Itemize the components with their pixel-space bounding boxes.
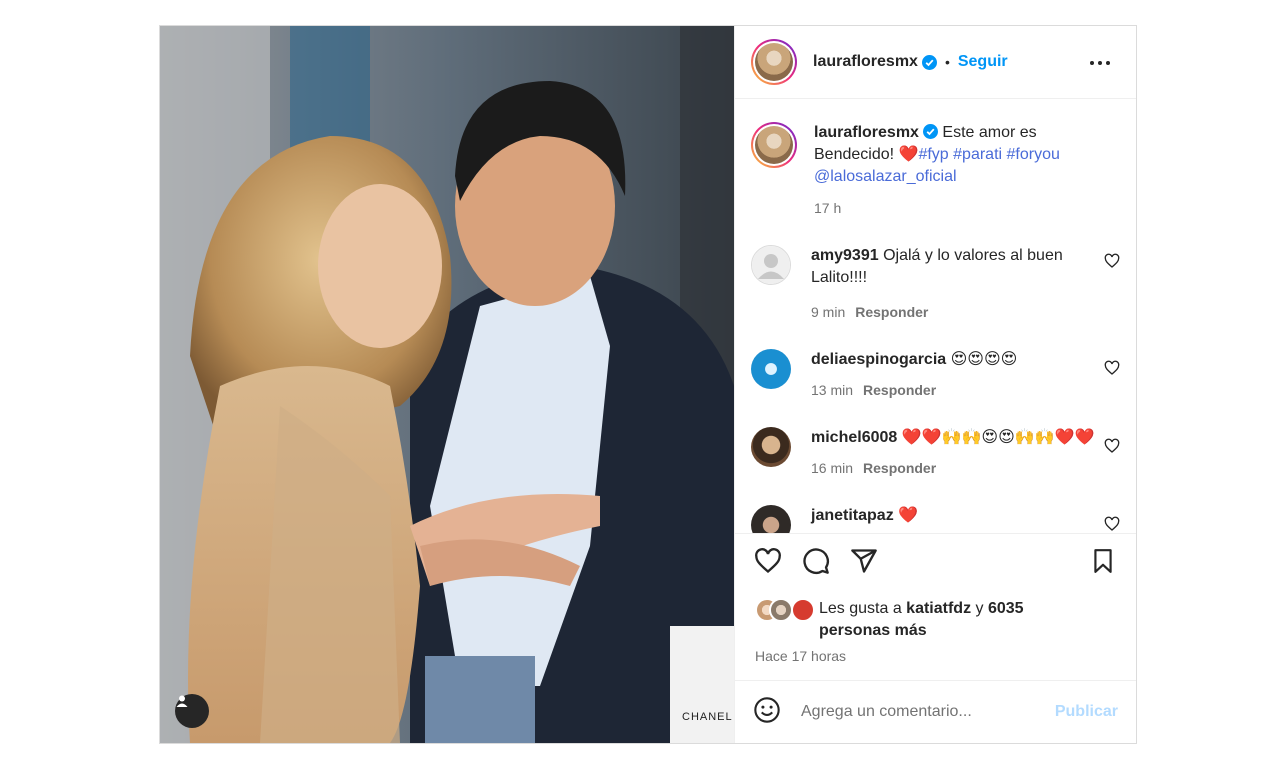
publish-button[interactable]: Publicar <box>1055 703 1118 721</box>
likes-count[interactable]: 6035 <box>988 600 1024 617</box>
post-timestamp[interactable]: Hace 17 horas <box>735 648 1136 664</box>
post-photo[interactable]: CHANEL <box>160 26 734 743</box>
follow-button[interactable]: Seguir <box>958 53 1008 71</box>
comment-item: deliaespinogarcia 😍😍😍😍 13 min Responder <box>751 349 1120 401</box>
hashtag-fyp[interactable]: #fyp <box>918 146 948 163</box>
caption-avatar[interactable] <box>751 122 797 168</box>
comment-body: janetitapaz ❤️ <box>811 505 918 533</box>
post-header: laurafloresmx • Seguir <box>735 26 1136 99</box>
comment-item: michel6008 ❤️❤️🙌🙌😍😍🙌🙌❤️❤️ 16 min Responde… <box>751 427 1120 479</box>
comment-like-heart-icon[interactable] <box>1104 360 1120 376</box>
post-side-panel: laurafloresmx • Seguir laurafloresmx Est… <box>734 26 1136 743</box>
reply-button[interactable]: Responder <box>855 304 928 320</box>
comment-avatar[interactable] <box>751 349 791 389</box>
comment-body: amy9391 Ojalá y lo valores al buen Lalit… <box>811 245 1120 323</box>
post-caption: laurafloresmx Este amor es Bendecido! ❤️… <box>751 122 1120 219</box>
likes-mid: y <box>971 600 988 617</box>
comment-body: deliaespinogarcia 😍😍😍😍 13 min Responder <box>811 349 1017 401</box>
comment-input[interactable] <box>801 703 1055 721</box>
reply-button[interactable]: Responder <box>863 382 936 398</box>
author-avatar[interactable] <box>751 39 797 85</box>
comment-meta: 9 min Responder <box>811 301 1120 323</box>
author-username[interactable]: laurafloresmx <box>813 53 918 71</box>
liker-avatars[interactable] <box>755 598 817 622</box>
likes-prefix: Les gusta a <box>819 600 907 617</box>
share-icon <box>850 547 878 580</box>
heart-icon <box>754 547 782 580</box>
comment-meta: 16 min Responder <box>811 457 1094 479</box>
comment-item: janetitapaz ❤️ <box>751 505 1120 533</box>
comment-username[interactable]: amy9391 <box>811 247 879 264</box>
photo-illustration: CHANEL <box>160 26 734 743</box>
comment-item: amy9391 Ojalá y lo valores al buen Lalit… <box>751 245 1120 323</box>
comment-username[interactable]: michel6008 <box>811 429 897 446</box>
hashtag-foryou[interactable]: #foryou <box>1007 146 1060 163</box>
comment-like-heart-icon[interactable] <box>1104 438 1120 454</box>
comments-list[interactable]: laurafloresmx Este amor es Bendecido! ❤️… <box>735 99 1136 533</box>
separator-dot: • <box>944 54 950 70</box>
reply-button[interactable]: Responder <box>863 460 936 476</box>
mention-link[interactable]: @lalosalazar_oficial <box>814 168 957 185</box>
comment-avatar[interactable] <box>751 427 791 467</box>
comment-username[interactable]: deliaespinogarcia <box>811 351 946 368</box>
more-icon <box>1089 53 1111 71</box>
share-button[interactable] <box>849 549 879 579</box>
comment-time[interactable]: 16 min <box>811 460 853 476</box>
comment-meta: 13 min Responder <box>811 379 1017 401</box>
more-options-button[interactable] <box>1088 50 1112 74</box>
comment-text: ❤️ <box>898 507 919 524</box>
verified-icon <box>922 124 938 139</box>
hashtag-parati[interactable]: #parati <box>953 146 1002 163</box>
save-icon <box>1090 547 1116 580</box>
comment-icon <box>802 547 830 580</box>
comment-username[interactable]: janetitapaz <box>811 507 894 524</box>
liker-username[interactable]: katiatfdz <box>906 600 971 617</box>
comment-like-heart-icon[interactable] <box>1104 253 1120 269</box>
comment-text: 😍😍😍😍 <box>950 351 1018 368</box>
likes-suffix[interactable]: personas más <box>819 622 927 639</box>
comment-avatar[interactable] <box>751 245 791 285</box>
comment-time[interactable]: 9 min <box>811 304 845 320</box>
comment-like-heart-icon[interactable] <box>1104 516 1120 532</box>
bag-brand-text: CHANEL <box>682 711 733 723</box>
comment-body: michel6008 ❤️❤️🙌🙌😍😍🙌🙌❤️❤️ 16 min Responde… <box>811 427 1094 479</box>
like-button[interactable] <box>753 547 783 580</box>
comment-time[interactable]: 13 min <box>811 382 853 398</box>
emoji-icon <box>753 696 781 729</box>
caption-heart: ❤️ <box>898 146 919 163</box>
add-comment-bar: Publicar <box>735 680 1136 743</box>
post-card: CHANEL laurafloresmx • Seguir lauraflore… <box>159 25 1137 744</box>
comment-text: ❤️❤️🙌🙌😍😍🙌🙌❤️❤️ <box>901 429 1095 446</box>
likes-text: Les gusta a katiatfdz y 6035 personas má… <box>819 598 1024 642</box>
comment-avatar[interactable] <box>751 505 791 533</box>
save-button[interactable] <box>1088 549 1118 579</box>
user-tag-button[interactable] <box>175 694 209 728</box>
emoji-button[interactable] <box>753 696 781 729</box>
verified-icon <box>921 54 937 70</box>
post-actions <box>735 533 1136 593</box>
caption-body: laurafloresmx Este amor es Bendecido! ❤️… <box>814 122 1120 219</box>
caption-username[interactable]: laurafloresmx <box>814 124 919 141</box>
likes-summary: Les gusta a katiatfdz y 6035 personas má… <box>735 598 1136 642</box>
comment-button[interactable] <box>801 547 831 580</box>
caption-time[interactable]: 17 h <box>814 197 1120 219</box>
